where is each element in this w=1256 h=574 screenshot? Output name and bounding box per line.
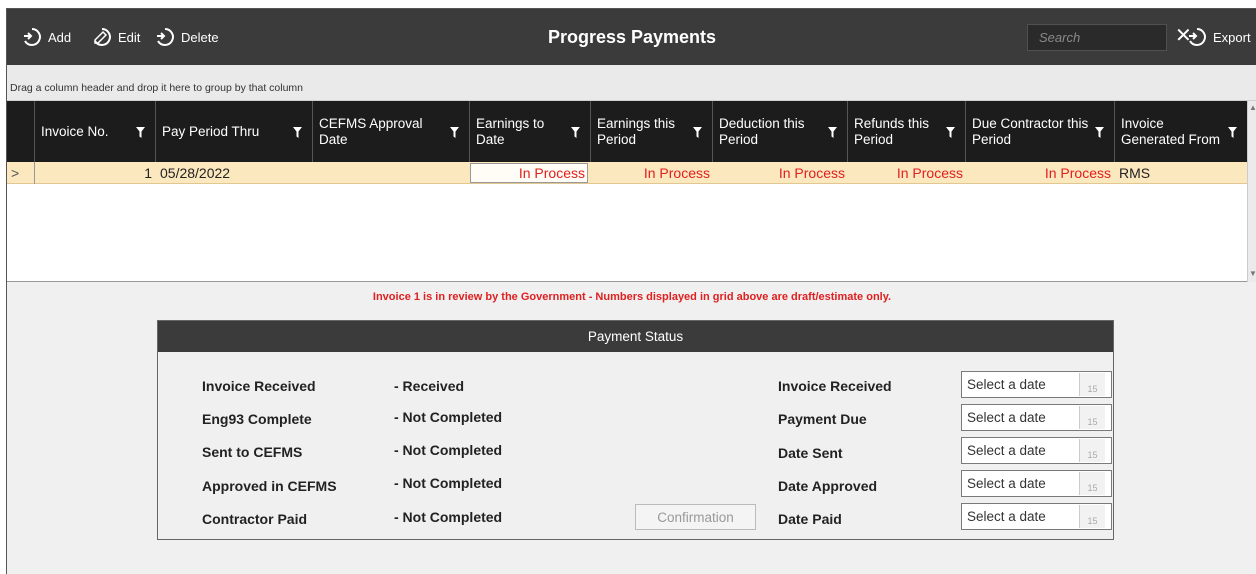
export-button[interactable]: Export: [1186, 9, 1251, 65]
cell-refunds-this-period[interactable]: In Process: [847, 162, 963, 184]
cell-pay-period-thru[interactable]: 05/28/2022: [160, 162, 230, 184]
column-header-deduction-this-period[interactable]: Deduction this Period: [712, 101, 847, 162]
row-indicator-header: [7, 101, 34, 162]
add-icon: [24, 28, 41, 46]
date-label-date-sent: Date Sent: [778, 445, 843, 461]
status-value-invoice-received: - Received: [394, 378, 465, 394]
delete-icon: [157, 28, 174, 46]
delete-label: Delete: [181, 29, 219, 45]
column-header-earnings-this-period[interactable]: Earnings this Period: [590, 101, 712, 162]
date-label-date-approved: Date Approved: [778, 478, 878, 494]
status-label-eng93-complete: Eng93 Complete: [202, 411, 312, 427]
date-label-invoice-received: Invoice Received: [778, 378, 892, 394]
date-picker-payment-due[interactable]: Select a date 15: [961, 404, 1112, 431]
date-label-payment-due: Payment Due: [778, 411, 867, 427]
filter-icon[interactable]: [450, 127, 459, 138]
date-input-date-approved[interactable]: Select a date: [962, 476, 1079, 491]
filter-icon[interactable]: [571, 127, 580, 138]
calendar-icon[interactable]: 15: [1079, 472, 1105, 495]
cell-invoice-generated-from[interactable]: RMS: [1119, 162, 1150, 184]
cell-deduction-this-period[interactable]: In Process: [712, 162, 845, 184]
edit-button[interactable]: Edit: [91, 9, 140, 65]
cell-earnings-this-period[interactable]: In Process: [590, 162, 710, 184]
scroll-up-icon[interactable]: ▲: [1249, 103, 1256, 112]
status-label-invoice-received: Invoice Received: [202, 378, 316, 394]
scroll-down-icon[interactable]: ▼: [1249, 269, 1256, 278]
calendar-icon[interactable]: 15: [1079, 373, 1105, 396]
row-indicator: >: [11, 165, 20, 181]
calendar-icon[interactable]: 15: [1079, 505, 1105, 528]
export-icon: [1189, 28, 1206, 46]
grid-header: Invoice No. Pay Period Thru CEFMS Approv…: [7, 101, 1247, 162]
grid-vertical-scrollbar[interactable]: ▲ ▼: [1247, 101, 1256, 282]
status-value-eng93-complete: - Not Completed: [394, 409, 503, 425]
cell-due-contractor-this-period[interactable]: In Process: [965, 162, 1111, 184]
edit-icon: [94, 28, 111, 46]
status-value-sent-to-cefms: - Not Completed: [394, 442, 503, 458]
date-input-payment-due[interactable]: Select a date: [962, 410, 1079, 425]
column-header-invoice-no[interactable]: Invoice No.: [34, 101, 155, 162]
date-picker-invoice-received[interactable]: Select a date 15: [961, 371, 1112, 398]
cell-cefms-approval-date[interactable]: [312, 162, 469, 184]
filter-icon[interactable]: [136, 127, 145, 138]
search-input[interactable]: [1039, 30, 1149, 45]
filter-icon[interactable]: [828, 127, 837, 138]
group-by-panel[interactable]: Drag a column header and drop it here to…: [7, 65, 1256, 101]
add-label: Add: [48, 29, 72, 45]
payments-grid: Invoice No. Pay Period Thru CEFMS Approv…: [7, 101, 1256, 282]
delete-button[interactable]: Delete: [154, 9, 219, 65]
add-button[interactable]: Add: [21, 9, 71, 65]
date-picker-date-paid[interactable]: Select a date 15: [961, 503, 1112, 530]
column-header-invoice-generated-from[interactable]: Invoice Generated From: [1114, 101, 1247, 162]
cell-earnings-to-date[interactable]: In Process: [470, 163, 588, 183]
column-header-pay-period-thru[interactable]: Pay Period Thru: [155, 101, 312, 162]
search-box[interactable]: [1027, 24, 1167, 51]
status-label-approved-in-cefms: Approved in CEFMS: [202, 478, 337, 494]
column-header-due-contractor-this-period[interactable]: Due Contractor this Period: [965, 101, 1114, 162]
status-label-contractor-paid: Contractor Paid: [202, 511, 308, 527]
filter-icon[interactable]: [1228, 127, 1237, 138]
calendar-icon[interactable]: 15: [1079, 406, 1105, 429]
table-row[interactable]: > 1 05/28/2022 In Process In Process In …: [7, 162, 1247, 184]
date-picker-date-approved[interactable]: Select a date 15: [961, 470, 1112, 497]
column-header-earnings-to-date[interactable]: Earnings to Date: [469, 101, 590, 162]
group-by-hint: Drag a column header and drop it here to…: [10, 82, 304, 94]
filter-icon[interactable]: [293, 127, 302, 138]
date-picker-date-sent[interactable]: Select a date 15: [961, 437, 1112, 464]
status-value-contractor-paid: - Not Completed: [394, 509, 503, 525]
date-label-date-paid: Date Paid: [778, 511, 842, 527]
column-header-refunds-this-period[interactable]: Refunds this Period: [847, 101, 965, 162]
calendar-icon[interactable]: 15: [1079, 439, 1105, 462]
column-header-cefms-approval-date[interactable]: CEFMS Approval Date: [312, 101, 469, 162]
draft-notice: Invoice 1 is in review by the Government…: [372, 291, 892, 303]
export-label: Export: [1213, 29, 1251, 45]
date-input-date-paid[interactable]: Select a date: [962, 509, 1079, 524]
payment-status-panel: Payment Status Invoice Received - Receiv…: [157, 320, 1114, 540]
progress-payments-window: Add Edit Delete Progress Payments ✕: [6, 8, 1256, 574]
status-label-sent-to-cefms: Sent to CEFMS: [202, 444, 303, 460]
date-input-invoice-received[interactable]: Select a date: [962, 377, 1079, 392]
confirmation-button[interactable]: Confirmation: [635, 504, 756, 530]
cell-invoice-no[interactable]: 1: [34, 162, 152, 184]
date-input-date-sent[interactable]: Select a date: [962, 443, 1079, 458]
filter-icon[interactable]: [946, 127, 955, 138]
status-value-approved-in-cefms: - Not Completed: [394, 475, 503, 491]
toolbar: Add Edit Delete Progress Payments ✕: [7, 9, 1256, 65]
filter-icon[interactable]: [693, 127, 702, 138]
payment-status-title: Payment Status: [158, 321, 1113, 352]
filter-icon[interactable]: [1095, 127, 1104, 138]
edit-label: Edit: [118, 29, 141, 45]
